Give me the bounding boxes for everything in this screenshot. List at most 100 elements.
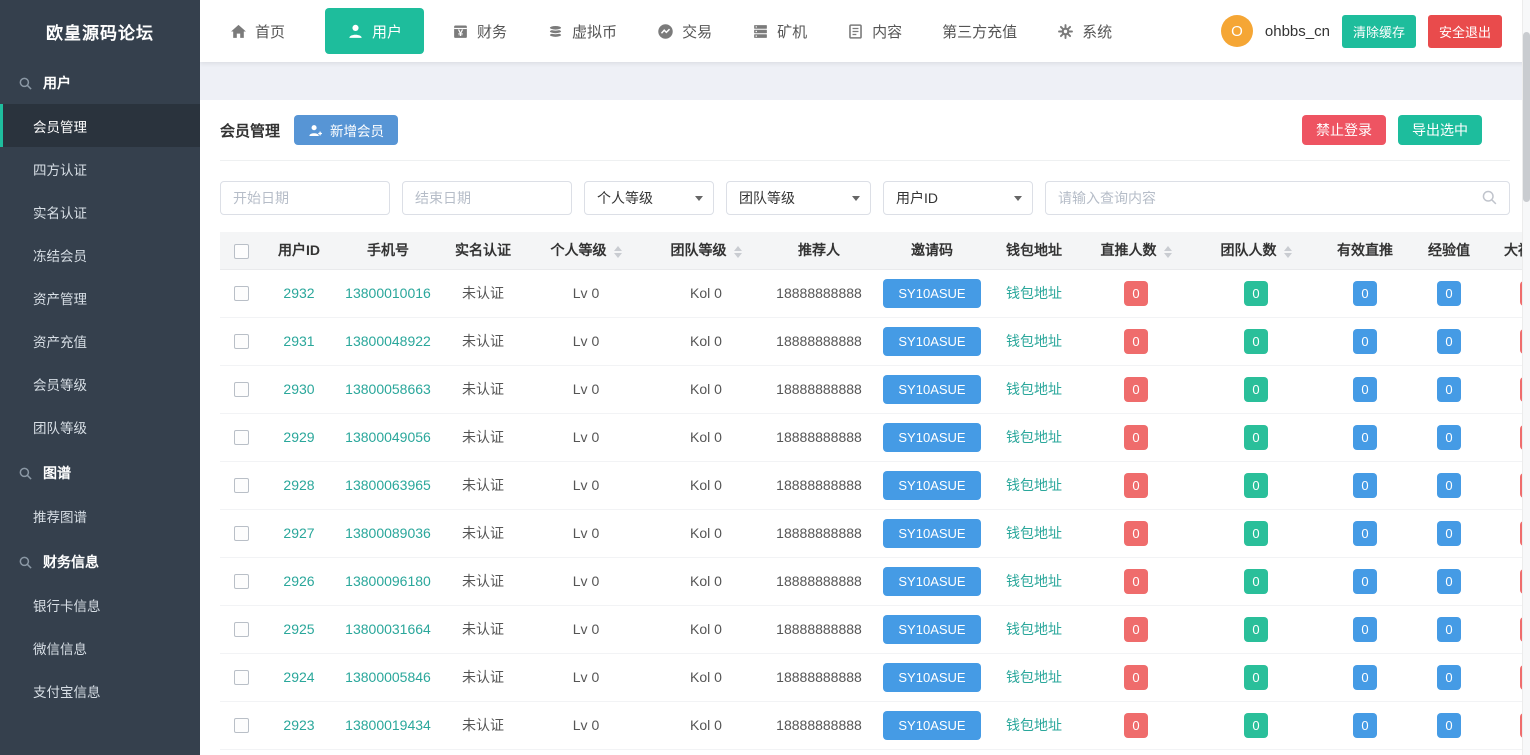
sidebar-item-bankcard-info[interactable]: 银行卡信息: [0, 583, 200, 626]
invite-code-button[interactable]: SY10ASUE: [883, 519, 980, 548]
end-date-input[interactable]: [402, 181, 572, 215]
phone-link[interactable]: 13800005846: [345, 669, 431, 685]
user-id-link[interactable]: 2924: [283, 669, 314, 685]
select-value: 团队等级: [739, 188, 795, 208]
user-id-link[interactable]: 2925: [283, 621, 314, 637]
nav-item-thirdparty-recharge[interactable]: 第三方充值: [942, 21, 1017, 42]
select-all-checkbox[interactable]: [234, 244, 249, 259]
query-field-select[interactable]: 用户ID: [883, 181, 1033, 215]
phone-link[interactable]: 13800063965: [345, 477, 431, 493]
sidebar-item-realname-auth[interactable]: 实名认证: [0, 190, 200, 233]
invite-code-button[interactable]: SY10ASUE: [883, 327, 980, 356]
search-icon[interactable]: [1481, 189, 1498, 206]
sidebar-item-frozen-members[interactable]: 冻结会员: [0, 233, 200, 276]
wallet-link[interactable]: 钱包地址: [1006, 669, 1062, 685]
row-checkbox[interactable]: [234, 718, 249, 733]
sidebar-item-member-level[interactable]: 会员等级: [0, 362, 200, 405]
row-checkbox[interactable]: [234, 526, 249, 541]
wallet-link[interactable]: 钱包地址: [1006, 525, 1062, 541]
exp-badge: 0: [1437, 665, 1460, 690]
invite-code-button[interactable]: SY10ASUE: [883, 615, 980, 644]
invite-code-button[interactable]: SY10ASUE: [883, 711, 980, 740]
sort-icon[interactable]: [1284, 246, 1292, 258]
wallet-link[interactable]: 钱包地址: [1006, 285, 1062, 301]
sidebar-item-asset-management[interactable]: 资产管理: [0, 276, 200, 319]
row-checkbox[interactable]: [234, 430, 249, 445]
wallet-link[interactable]: 钱包地址: [1006, 333, 1062, 349]
direct-count-badge: 0: [1124, 377, 1147, 402]
sidebar-section-users[interactable]: 用户: [0, 62, 200, 104]
wallet-link[interactable]: 钱包地址: [1006, 717, 1062, 733]
phone-link[interactable]: 13800019434: [345, 717, 431, 733]
nav-item-finance[interactable]: ¥ 财务: [452, 21, 507, 42]
nav-item-content[interactable]: 内容: [847, 21, 902, 42]
team-level-select[interactable]: 团队等级: [726, 181, 871, 215]
user-id-link[interactable]: 2931: [283, 333, 314, 349]
wallet-link[interactable]: 钱包地址: [1006, 621, 1062, 637]
sidebar-item-member-management[interactable]: 会员管理: [0, 104, 200, 147]
wallet-link[interactable]: 钱包地址: [1006, 429, 1062, 445]
export-selected-button[interactable]: 导出选中: [1398, 115, 1482, 145]
invite-code-button[interactable]: SY10ASUE: [883, 279, 980, 308]
sidebar-item-team-level[interactable]: 团队等级: [0, 405, 200, 448]
sort-icon[interactable]: [1164, 246, 1172, 258]
personal-level-select[interactable]: 个人等级: [584, 181, 714, 215]
col-phone: 手机号: [336, 232, 440, 269]
personal-level: Lv 0: [573, 717, 599, 733]
sidebar-section-graph[interactable]: 图谱: [0, 452, 200, 494]
user-id-link[interactable]: 2928: [283, 477, 314, 493]
invite-code-button[interactable]: SY10ASUE: [883, 471, 980, 500]
wallet-link[interactable]: 钱包地址: [1006, 477, 1062, 493]
start-date-input[interactable]: [220, 181, 390, 215]
scrollbar-thumb[interactable]: [1523, 32, 1530, 202]
personal-level: Lv 0: [573, 429, 599, 445]
phone-link[interactable]: 13800089036: [345, 525, 431, 541]
user-id-link[interactable]: 2929: [283, 429, 314, 445]
invite-code-button[interactable]: SY10ASUE: [883, 663, 980, 692]
row-checkbox[interactable]: [234, 334, 249, 349]
phone-link[interactable]: 13800010016: [345, 285, 431, 301]
phone-link[interactable]: 13800049056: [345, 429, 431, 445]
search-input[interactable]: [1045, 181, 1510, 215]
add-member-button[interactable]: 新增会员: [294, 115, 398, 145]
user-id-link[interactable]: 2932: [283, 285, 314, 301]
user-id-link[interactable]: 2930: [283, 381, 314, 397]
row-checkbox[interactable]: [234, 382, 249, 397]
nav-item-home[interactable]: 首页: [230, 21, 285, 42]
user-id-link[interactable]: 2926: [283, 573, 314, 589]
nav-item-miners[interactable]: 矿机: [752, 21, 807, 42]
phone-link[interactable]: 13800096180: [345, 573, 431, 589]
wallet-link[interactable]: 钱包地址: [1006, 381, 1062, 397]
sort-icon[interactable]: [734, 246, 742, 258]
row-checkbox[interactable]: [234, 574, 249, 589]
avatar[interactable]: O: [1221, 15, 1253, 47]
nav-item-crypto[interactable]: 虚拟币: [547, 21, 617, 42]
row-checkbox[interactable]: [234, 478, 249, 493]
sidebar-item-fourparty-auth[interactable]: 四方认证: [0, 147, 200, 190]
wallet-link[interactable]: 钱包地址: [1006, 573, 1062, 589]
nav-item-users[interactable]: 用户: [325, 8, 424, 54]
phone-link[interactable]: 13800048922: [345, 333, 431, 349]
sidebar-section-finance[interactable]: 财务信息: [0, 541, 200, 583]
sidebar-item-referral-graph[interactable]: 推荐图谱: [0, 494, 200, 537]
clear-cache-button[interactable]: 清除缓存: [1342, 15, 1416, 48]
phone-link[interactable]: 13800031664: [345, 621, 431, 637]
ban-login-button[interactable]: 禁止登录: [1302, 115, 1386, 145]
row-checkbox[interactable]: [234, 622, 249, 637]
phone-link[interactable]: 13800058663: [345, 381, 431, 397]
sort-icon[interactable]: [614, 246, 622, 258]
user-id-link[interactable]: 2923: [283, 717, 314, 733]
vertical-scrollbar[interactable]: [1522, 0, 1530, 755]
sidebar-item-asset-recharge[interactable]: 资产充值: [0, 319, 200, 362]
nav-item-system[interactable]: 系统: [1057, 21, 1112, 42]
nav-item-trade[interactable]: 交易: [657, 21, 712, 42]
logout-button[interactable]: 安全退出: [1428, 15, 1502, 48]
sidebar-item-wechat-info[interactable]: 微信信息: [0, 626, 200, 669]
invite-code-button[interactable]: SY10ASUE: [883, 567, 980, 596]
user-id-link[interactable]: 2927: [283, 525, 314, 541]
row-checkbox[interactable]: [234, 286, 249, 301]
invite-code-button[interactable]: SY10ASUE: [883, 375, 980, 404]
row-checkbox[interactable]: [234, 670, 249, 685]
sidebar-item-alipay-info[interactable]: 支付宝信息: [0, 669, 200, 712]
invite-code-button[interactable]: SY10ASUE: [883, 423, 980, 452]
